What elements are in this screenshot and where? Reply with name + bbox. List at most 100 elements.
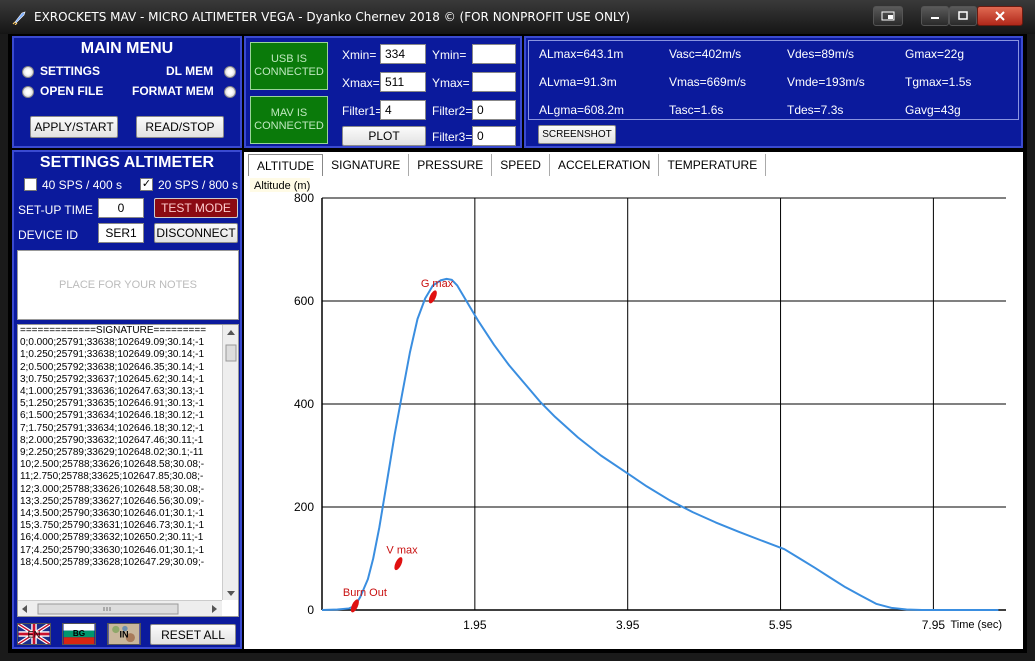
signature-listbox[interactable]: =============SIGNATURE========= 0;0.000;2… xyxy=(17,324,239,617)
signature-line[interactable]: 11;2.750;25788;33625;102647.85;30.08;- xyxy=(18,471,238,483)
settings-altimeter-title: SETTINGS ALTIMETER xyxy=(39,154,215,171)
x-tick-label: 7.95 xyxy=(922,618,946,632)
mav-status-indicator: MAV IS CONNECTED xyxy=(250,96,328,144)
screenshot-button[interactable]: SCREENSHOT xyxy=(538,125,616,144)
x-tick-label: 3.95 xyxy=(616,618,640,632)
open-file-radio[interactable] xyxy=(22,86,34,98)
signature-line[interactable]: 0;0.000;25791;33638;102649.09;30.14;-1 xyxy=(18,337,238,349)
signature-line[interactable]: 13;3.250;25789;33627;102646.56;30.09;- xyxy=(18,496,238,508)
signature-line[interactable]: =============SIGNATURE========= xyxy=(18,325,238,337)
minimize-button[interactable] xyxy=(921,6,949,26)
ymin-field[interactable] xyxy=(472,44,516,64)
stat-gmax: Gmax=22g xyxy=(905,47,965,61)
maximize-button[interactable] xyxy=(949,6,977,26)
flag-en-label: EN xyxy=(28,630,41,640)
close-button[interactable] xyxy=(977,6,1023,26)
stat-gavg: Gavg=43g xyxy=(905,103,961,117)
ymax-field[interactable] xyxy=(472,72,516,92)
open-file-radio-label: OPEN FILE xyxy=(40,84,104,98)
signature-line[interactable]: 2;0.500;25792;33638;102646.35;30.14;-1 xyxy=(18,362,238,374)
read-stop-button[interactable]: READ/STOP xyxy=(136,116,224,138)
event-label: V max xyxy=(386,545,418,557)
signature-line[interactable]: 18;4.500;25789;33628;102647.29;30.09;- xyxy=(18,557,238,569)
plot-controls-panel: USB IS CONNECTED MAV IS CONNECTED Xmin= … xyxy=(244,36,522,148)
title-bar[interactable]: EXROCKETS MAV - MICRO ALTIMETER VEGA - D… xyxy=(0,0,1035,34)
stat-almax: ALmax=643.1m xyxy=(539,47,624,61)
signature-line[interactable]: 5;1.250;25791;33635;102646.91;30.13;-1 xyxy=(18,398,238,410)
device-id-label: DEVICE ID xyxy=(18,228,79,242)
format-mem-radio[interactable] xyxy=(224,86,236,98)
settings-radio-label: SETTINGS xyxy=(40,64,101,78)
xmax-field[interactable]: 511 xyxy=(380,72,426,92)
international-flag-icon[interactable]: IN xyxy=(107,623,141,645)
filter2-label: Filter2= xyxy=(432,104,473,118)
sps40-label: 40 SPS / 400 s xyxy=(42,178,123,192)
setup-time-field[interactable]: 0 xyxy=(98,198,144,218)
tab-signature[interactable]: SIGNATURE xyxy=(323,154,410,176)
filter1-label: Filter1= xyxy=(342,104,383,118)
ymin-label: Ymin= xyxy=(432,48,467,62)
device-id-field[interactable]: SER1 xyxy=(98,223,144,243)
tab-pressure[interactable]: PRESSURE xyxy=(409,154,493,176)
apply-start-button[interactable]: APPLY/START xyxy=(30,116,118,138)
bulgarian-flag-icon[interactable]: BG xyxy=(62,623,96,645)
event-label: Burn Out xyxy=(343,587,387,599)
tab-acceleration[interactable]: ACCELERATION xyxy=(549,154,660,176)
vscroll-arrows-icon xyxy=(225,330,237,596)
filter1-field[interactable]: 4 xyxy=(380,100,426,120)
dl-mem-radio[interactable] xyxy=(224,66,236,78)
format-mem-radio-label: FORMAT MEM xyxy=(132,84,214,98)
restore-layout-button[interactable] xyxy=(873,6,903,26)
signature-line[interactable]: 10;2.500;25788;33626;102648.58;30.08;- xyxy=(18,459,238,471)
stat-algma: ALgma=608.2m xyxy=(539,103,625,117)
setup-time-label: SET-UP TIME xyxy=(18,203,93,217)
signature-line[interactable]: 8;2.000;25790;33632;102647.46;30.11;-1 xyxy=(18,435,238,447)
xmin-field[interactable]: 334 xyxy=(380,44,426,64)
flag-bg-label: BG xyxy=(73,629,85,638)
english-flag-icon[interactable]: EN xyxy=(17,623,51,645)
notes-textarea[interactable]: PLACE FOR YOUR NOTES xyxy=(17,250,239,320)
signature-line[interactable]: 4;1.000;25791;33636;102647.63;30.13;-1 xyxy=(18,386,238,398)
signature-line[interactable]: 12;3.000;25788;33626;102648.58;30.08;- xyxy=(18,484,238,496)
sps40-checkbox[interactable] xyxy=(24,178,37,191)
tab-altitude[interactable]: ALTITUDE xyxy=(248,154,324,176)
signature-lines: =============SIGNATURE========= 0;0.000;2… xyxy=(18,325,238,569)
signature-line[interactable]: 9;2.250;25789;33629;102648.02;30.1;-11 xyxy=(18,447,238,459)
filter2-field[interactable]: 0 xyxy=(472,100,516,120)
checkmark-icon: ✓ xyxy=(141,178,152,190)
signature-line[interactable]: 7;1.750;25791;33634;102646.18;30.12;-1 xyxy=(18,423,238,435)
main-menu-panel: MAIN MENU SETTINGS DL MEM OPEN FILE FORM… xyxy=(12,36,242,148)
window-layout-icon xyxy=(881,11,895,21)
vertical-scrollbar[interactable] xyxy=(222,325,238,600)
signature-line[interactable]: 15;3.750;25790;33631;102646.73;30.1;-1 xyxy=(18,520,238,532)
reset-all-button[interactable]: RESET ALL xyxy=(150,624,236,645)
hscroll-arrows-icon xyxy=(22,603,217,615)
signature-line[interactable]: 16;4.000;25789;33632;102650.2;30.11;-1 xyxy=(18,532,238,544)
signature-line[interactable]: 17;4.250;25790;33630;102646.01;30.1;-1 xyxy=(18,545,238,557)
stat-alvma: ALvma=91.3m xyxy=(539,75,617,89)
dl-mem-radio-label: DL MEM xyxy=(166,64,214,78)
tab-speed[interactable]: SPEED xyxy=(492,154,550,176)
signature-line[interactable]: 6;1.500;25791;33634;102646.18;30.12;-1 xyxy=(18,410,238,422)
tab-temperature[interactable]: TEMPERATURE xyxy=(659,154,767,176)
signature-line[interactable]: 14;3.500;25790;33630;102646.01;30.1;-1 xyxy=(18,508,238,520)
filter3-label: Filter3= xyxy=(432,130,473,144)
test-mode-button[interactable]: TEST MODE xyxy=(154,198,238,218)
y-tick-label: 600 xyxy=(294,294,314,308)
plot-button[interactable]: PLOT xyxy=(342,126,426,146)
settings-radio[interactable] xyxy=(22,66,34,78)
sps20-checkbox[interactable]: ✓ xyxy=(140,178,153,191)
event-marker xyxy=(394,557,403,571)
tab-bar: ALTITUDE SIGNATURE PRESSURE SPEED ACCELE… xyxy=(248,154,767,176)
flag-in-label: IN xyxy=(119,630,128,640)
stat-tasc: Tasc=1.6s xyxy=(669,103,724,117)
horizontal-scrollbar[interactable] xyxy=(18,600,222,616)
stat-vdes: Vdes=89m/s xyxy=(787,47,855,61)
disconnect-button[interactable]: DISCONNECT xyxy=(154,223,238,243)
y-tick-label: 400 xyxy=(294,397,314,411)
signature-line[interactable]: 3;0.750;25792;33637;102645.62;30.14;-1 xyxy=(18,374,238,386)
flight-stats-panel: ALmax=643.1m Vasc=402m/s Vdes=89m/s Gmax… xyxy=(524,36,1023,148)
xlabel: Time (sec) xyxy=(950,619,1002,631)
signature-line[interactable]: 1;0.250;25791;33638;102649.09;30.14;-1 xyxy=(18,349,238,361)
filter3-field[interactable]: 0 xyxy=(472,126,516,146)
